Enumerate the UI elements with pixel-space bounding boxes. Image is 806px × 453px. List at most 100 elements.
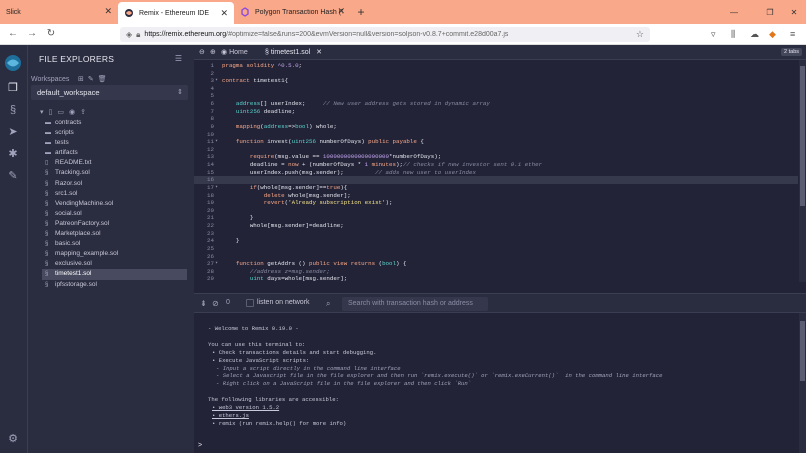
file-item[interactable]: § PatreonFactory.sol: [42, 219, 187, 229]
code-line[interactable]: 20: [194, 207, 798, 215]
new-folder-icon[interactable]: ▭: [57, 109, 64, 116]
workspace-select[interactable]: default_workspace ⇕: [31, 85, 188, 100]
code-line[interactable]: 28 //address z=msg.sender;: [194, 268, 798, 276]
file-explorer-icon[interactable]: ❐: [6, 81, 20, 95]
code-line[interactable]: 21 }: [194, 214, 798, 222]
code-line[interactable]: 8: [194, 115, 798, 123]
code-line[interactable]: 26: [194, 253, 798, 261]
close-icon[interactable]: ✕: [337, 7, 345, 16]
rename-workspace-icon[interactable]: ✎: [88, 76, 98, 83]
terminal-scrollbar[interactable]: [799, 313, 806, 453]
code-line[interactable]: 23: [194, 230, 798, 238]
listen-network-checkbox[interactable]: [246, 299, 254, 307]
file-item[interactable]: § basic.sol: [42, 239, 187, 249]
close-icon[interactable]: ✕: [104, 7, 112, 16]
remix-logo-icon[interactable]: [3, 53, 23, 73]
file-item[interactable]: § Razor.sol: [42, 179, 187, 189]
zoom-out-icon[interactable]: ⊖: [199, 45, 205, 60]
tabs-count-badge[interactable]: 2 tabs: [781, 48, 802, 56]
tab-home[interactable]: ◉ Home: [221, 45, 248, 60]
code-line[interactable]: 14 deadline = now + (numberOfDays * 1 mi…: [194, 161, 798, 169]
lock-icon[interactable]: 🔒︎: [136, 30, 140, 40]
code-line[interactable]: 12: [194, 146, 798, 154]
github-icon[interactable]: ◉: [69, 109, 75, 116]
code-line[interactable]: 4: [194, 85, 798, 93]
new-tab-button[interactable]: +: [351, 0, 371, 24]
metamask-icon[interactable]: ◆: [769, 29, 776, 40]
upload-icon[interactable]: ⇪: [80, 109, 86, 116]
code-line[interactable]: 2: [194, 70, 798, 78]
file-item[interactable]: § social.sol: [42, 209, 187, 219]
browser-tab-polygon[interactable]: Polygon Transaction Hash (Txha ✕: [234, 0, 351, 24]
window-close-icon[interactable]: ✕: [782, 0, 806, 24]
fold-toggle-icon[interactable]: ▾: [215, 77, 218, 85]
file-item[interactable]: § exclusive.sol: [42, 259, 187, 269]
code-line[interactable]: 19 revert('Already subscription exist');: [194, 199, 798, 207]
code-line[interactable]: 25: [194, 245, 798, 253]
folder-item[interactable]: ▬ tests: [42, 138, 187, 148]
code-editor[interactable]: 1 pragma solidity ^0.5.0; 2 3 ▾ contract time…: [194, 60, 806, 282]
fold-toggle-icon[interactable]: ▾: [215, 260, 218, 268]
bookmark-star-icon[interactable]: ☆: [636, 29, 644, 40]
code-line[interactable]: 22 whole[msg.sender]=deadline;: [194, 222, 798, 230]
file-item[interactable]: § mapping_example.sol: [42, 249, 187, 259]
code-line[interactable]: 11 ▾ function invest(uint256 numberOfDays…: [194, 138, 798, 146]
url-bar[interactable]: ◈ 🔒︎ https://remix.ethereum.org /#optimi…: [120, 27, 650, 42]
code-line[interactable]: 6 address[] userIndex; // New user addre…: [194, 100, 798, 108]
library-link[interactable]: • web3 version 1.5.2: [212, 404, 279, 411]
debugger-icon[interactable]: ✱: [6, 147, 20, 161]
compiler-icon[interactable]: §: [6, 103, 20, 117]
tab-timetest1[interactable]: § timetest1.sol ✕: [265, 45, 322, 60]
file-item[interactable]: § Marketplace.sol: [42, 229, 187, 239]
scroll-thumb[interactable]: [800, 66, 805, 206]
panel-menu-icon[interactable]: ☰: [175, 54, 182, 63]
close-tab-icon[interactable]: ✕: [316, 49, 322, 56]
code-line[interactable]: 9 mapping(address=>bool) whole;: [194, 123, 798, 131]
file-item[interactable]: § ipfsstorage.sol: [42, 280, 187, 290]
editor-scrollbar[interactable]: [799, 60, 806, 282]
extension-icon[interactable]: ☁: [750, 29, 759, 40]
close-icon[interactable]: ✕: [220, 9, 228, 18]
deploy-icon[interactable]: ➤: [6, 125, 20, 139]
code-line[interactable]: 7 uint256 deadline;: [194, 108, 798, 116]
code-line[interactable]: 5: [194, 92, 798, 100]
code-line[interactable]: 1 pragma solidity ^0.5.0;: [194, 62, 798, 70]
browser-tab-slick[interactable]: Slick ✕: [0, 0, 118, 24]
plugin-manager-icon[interactable]: ✎: [6, 169, 20, 183]
file-item[interactable]: § VendingMachine.sol: [42, 199, 187, 209]
clear-console-icon[interactable]: ⊘: [212, 299, 219, 308]
scroll-thumb[interactable]: [800, 321, 805, 381]
delete-workspace-icon[interactable]: 🗑︎: [98, 76, 111, 83]
zoom-in-icon[interactable]: ⊕: [210, 45, 216, 60]
shield-icon[interactable]: ◈: [126, 30, 132, 39]
folder-item[interactable]: ▬ artifacts: [42, 148, 187, 158]
code-line[interactable]: 27 ▾ function getAddrs () public view ret…: [194, 260, 798, 268]
code-line[interactable]: 10: [194, 131, 798, 139]
transaction-search-input[interactable]: Search with transaction hash or address: [342, 297, 488, 311]
code-line[interactable]: 24 }: [194, 237, 798, 245]
file-item[interactable]: § Tracking.sol: [42, 168, 187, 178]
minimize-icon[interactable]: —: [722, 0, 746, 24]
fold-toggle-icon[interactable]: ▾: [215, 138, 218, 146]
chevron-down-icon[interactable]: ▾: [40, 109, 44, 116]
add-workspace-icon[interactable]: ⊞: [78, 76, 88, 83]
code-line[interactable]: 3 ▾ contract timetest1{: [194, 77, 798, 85]
menu-icon[interactable]: ≡: [790, 29, 795, 39]
library-link[interactable]: • ethers.js: [212, 412, 249, 419]
reload-icon[interactable]: ↻: [44, 28, 58, 40]
settings-gear-icon[interactable]: ⚙: [6, 432, 20, 446]
code-line[interactable]: 18 delete whole[msg.sender];: [194, 192, 798, 200]
pocket-icon[interactable]: ▿: [711, 29, 716, 40]
code-line[interactable]: 29 uint days=whole[msg.sender];: [194, 275, 798, 282]
code-line[interactable]: 13 require(msg.value == 1000000000000000…: [194, 153, 798, 161]
file-item[interactable]: § src1.sol: [42, 189, 187, 199]
code-line[interactable]: 16: [194, 176, 798, 184]
forward-icon[interactable]: →: [25, 28, 39, 40]
code-line[interactable]: 17 ▾ if(whole[msg.sender]==true){: [194, 184, 798, 192]
file-item[interactable]: ▯ README.txt: [42, 158, 187, 168]
code-line[interactable]: 15 userIndex.push(msg.sender); // adds n…: [194, 169, 798, 177]
terminal-prompt[interactable]: >: [198, 442, 202, 449]
folder-item[interactable]: ▬ contracts: [42, 118, 187, 128]
file-item[interactable]: § timetest1.sol: [42, 269, 187, 280]
folder-item[interactable]: ▬ scripts: [42, 128, 187, 138]
